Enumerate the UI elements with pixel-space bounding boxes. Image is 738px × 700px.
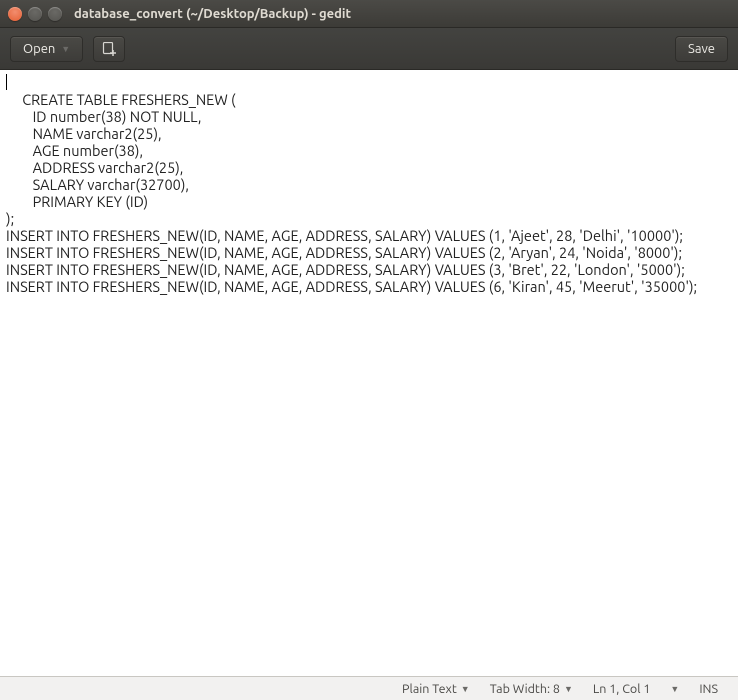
- editor-area[interactable]: CREATE TABLE FRESHERS_NEW ( ID number(38…: [0, 70, 738, 676]
- insert-mode[interactable]: INS: [689, 682, 728, 696]
- text-cursor: [6, 74, 7, 90]
- tab-width-label: Tab Width: 8: [490, 682, 560, 696]
- language-selector[interactable]: Plain Text ▼: [392, 682, 480, 696]
- cursor-position-label: Ln 1, Col 1: [593, 682, 651, 696]
- editor-content: CREATE TABLE FRESHERS_NEW ( ID number(38…: [6, 91, 697, 295]
- chevron-down-icon: ▼: [564, 684, 573, 694]
- close-icon[interactable]: [8, 7, 22, 21]
- chevron-down-icon: ▼: [461, 684, 470, 694]
- open-button-label: Open: [23, 42, 55, 56]
- statusbar: Plain Text ▼ Tab Width: 8 ▼ Ln 1, Col 1 …: [0, 676, 738, 700]
- chevron-down-icon: ▼: [670, 684, 679, 694]
- tab-width-selector[interactable]: Tab Width: 8 ▼: [480, 682, 583, 696]
- window-title: database_convert (~/Desktop/Backup) - ge…: [74, 7, 351, 21]
- save-button[interactable]: Save: [675, 36, 728, 62]
- maximize-icon[interactable]: [48, 7, 62, 21]
- minimize-icon[interactable]: [28, 7, 42, 21]
- language-label: Plain Text: [402, 682, 457, 696]
- new-tab-button[interactable]: [93, 36, 125, 62]
- open-button[interactable]: Open ▼: [10, 36, 83, 62]
- toolbar: Open ▼ Save: [0, 28, 738, 70]
- save-button-label: Save: [688, 42, 715, 56]
- insert-mode-selector[interactable]: ▼: [660, 684, 689, 694]
- new-document-icon: [102, 42, 116, 56]
- cursor-position: Ln 1, Col 1: [583, 682, 661, 696]
- chevron-down-icon: ▼: [61, 44, 70, 54]
- titlebar: database_convert (~/Desktop/Backup) - ge…: [0, 0, 738, 28]
- window-controls: [8, 7, 62, 21]
- insert-mode-label: INS: [699, 682, 718, 696]
